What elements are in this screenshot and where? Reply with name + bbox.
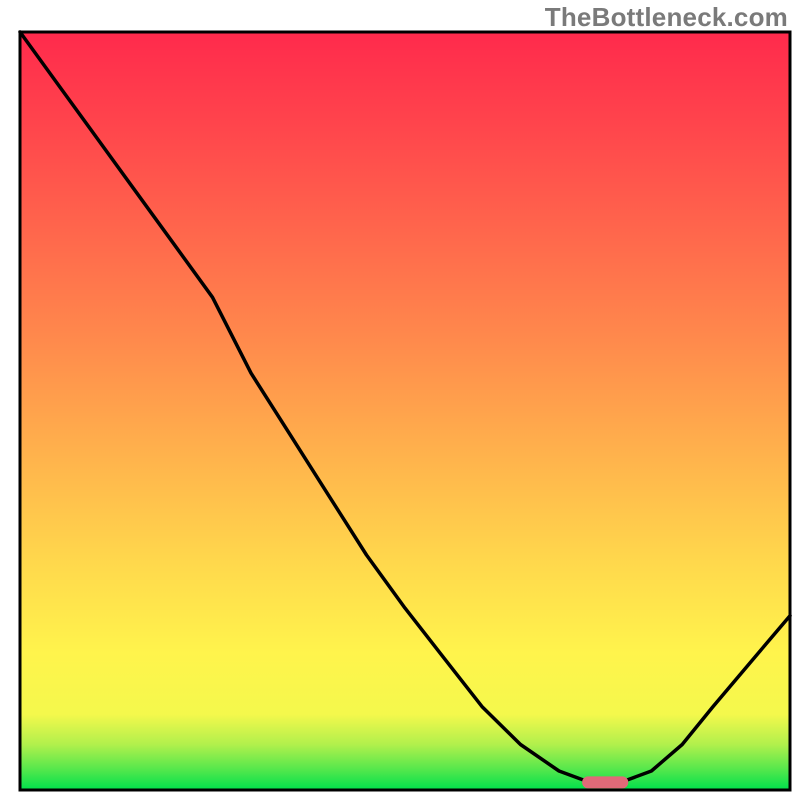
chart-container: { "watermark": "TheBottleneck.com", "cha…: [0, 0, 800, 800]
plot-background: [20, 32, 790, 790]
optimal-range-marker: [582, 776, 628, 788]
bottleneck-chart: [0, 0, 800, 800]
